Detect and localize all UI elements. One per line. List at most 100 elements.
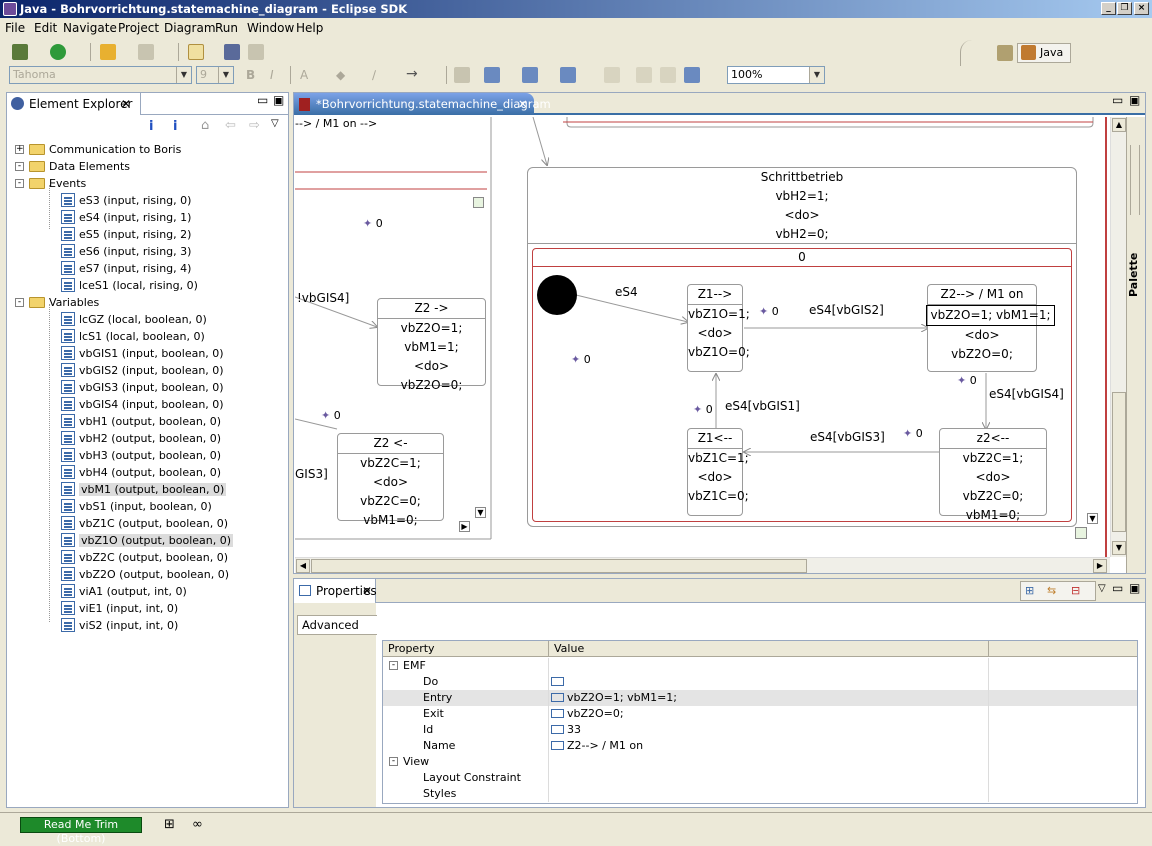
run-icon[interactable] bbox=[50, 44, 66, 60]
tree-variable[interactable]: eS4 (input, rising, 1) bbox=[61, 209, 191, 226]
debug-icon[interactable] bbox=[12, 44, 28, 60]
property-row[interactable]: Id 33 bbox=[383, 722, 1137, 738]
print-icon[interactable] bbox=[248, 44, 264, 60]
tree-variable[interactable]: lceS1 (local, rising, 0) bbox=[61, 277, 198, 294]
tree-variable[interactable]: vbS1 (input, boolean, 0) bbox=[61, 498, 212, 515]
zoom-combo[interactable]: 100% ▼ bbox=[727, 66, 825, 84]
tree-expander-icon[interactable]: + bbox=[15, 145, 24, 154]
explorer-tab[interactable]: Element Explorer ✕ bbox=[7, 93, 141, 115]
state-z2-close[interactable]: z2<-- vbZ2C=1; <do> vbZ2C=0; vbM1=0; bbox=[939, 428, 1047, 522]
save-icon[interactable] bbox=[224, 44, 240, 60]
tree-variable[interactable]: vbH3 (output, boolean, 0) bbox=[61, 447, 221, 464]
tree-folder[interactable]: - Events bbox=[15, 175, 86, 192]
horizontal-scrollbar[interactable]: ◀ ▶ bbox=[295, 557, 1110, 573]
align-icon[interactable] bbox=[454, 67, 470, 83]
vertical-scrollbar[interactable]: ▲ ▼ bbox=[1110, 117, 1126, 557]
close-tab-icon[interactable]: ✕ bbox=[121, 93, 131, 115]
property-row[interactable]: Name Z2--> / M1 on bbox=[383, 738, 1137, 754]
priority-marker[interactable]: ✦ 0 bbox=[759, 305, 779, 318]
new-icon[interactable] bbox=[188, 44, 204, 60]
fill-color-icon[interactable]: ◆ bbox=[336, 68, 345, 82]
priority-marker[interactable]: ✦ 0 bbox=[571, 353, 591, 366]
minimize-button[interactable]: _ bbox=[1101, 2, 1116, 15]
tree-variable[interactable]: lcS1 (local, boolean, 0) bbox=[61, 328, 205, 345]
close-window-button[interactable]: × bbox=[1134, 2, 1149, 15]
property-row[interactable]: Layout Constraint bbox=[383, 770, 1137, 786]
font-size-combo[interactable]: 9 ▼ bbox=[196, 66, 234, 84]
font-name-combo[interactable]: Tahoma ▼ bbox=[9, 66, 192, 84]
nav-forward-icon[interactable]: ⇨ bbox=[249, 118, 260, 133]
tree-variable[interactable]: vbM1 (output, boolean, 0) bbox=[61, 481, 227, 498]
arrange-icon[interactable] bbox=[522, 67, 538, 83]
properties-tab[interactable]: Properties ✕ bbox=[294, 579, 377, 603]
tree-variable[interactable]: vbGIS3 (input, boolean, 0) bbox=[61, 379, 224, 396]
bold-button[interactable]: B bbox=[246, 68, 255, 82]
priority-marker[interactable]: ✦ 0 bbox=[363, 217, 383, 230]
nav-back-icon[interactable]: ⇦ bbox=[225, 118, 236, 133]
tree-variable[interactable]: vbZ2O (output, boolean, 0) bbox=[61, 566, 229, 583]
tree-variable[interactable]: vbGIS2 (input, boolean, 0) bbox=[61, 362, 224, 379]
tree-variable[interactable]: viE1 (input, int, 0) bbox=[61, 600, 178, 617]
minimize-view-icon[interactable]: ▭ bbox=[257, 93, 268, 107]
state-left-z2-open[interactable]: Z2 -> vbZ2O=1; vbM1=1; <do> vbZ2O=0; bbox=[377, 298, 486, 392]
editor-maximize-icon[interactable]: ▣ bbox=[1129, 93, 1140, 107]
glasses-icon[interactable]: ∞ bbox=[192, 817, 203, 832]
delete-icon[interactable] bbox=[660, 67, 676, 83]
collapse-widget[interactable]: ▼ bbox=[475, 507, 486, 518]
maximize-view-icon[interactable]: ▣ bbox=[273, 93, 284, 107]
tree-variable[interactable]: vbZ1O (output, boolean, 0) bbox=[61, 532, 234, 549]
java-perspective-button[interactable]: Java bbox=[1017, 43, 1071, 63]
tree-variable[interactable]: eS6 (input, rising, 3) bbox=[61, 243, 191, 260]
size-icon[interactable] bbox=[636, 67, 652, 83]
select-icon[interactable] bbox=[484, 67, 500, 83]
initial-state[interactable] bbox=[537, 275, 577, 315]
palette-strip[interactable]: Palette bbox=[1126, 117, 1145, 573]
property-value[interactable]: 33 bbox=[567, 723, 581, 736]
tree-variable[interactable]: viS2 (input, int, 0) bbox=[61, 617, 178, 634]
open-perspective-icon[interactable] bbox=[997, 45, 1013, 61]
priority-marker[interactable]: ✦ 0 bbox=[693, 403, 713, 416]
state-left-z2-close[interactable]: Z2 <- vbZ2C=1; <do> vbZ2C=0; vbM1=0; bbox=[337, 433, 444, 527]
collapse-widget[interactable]: ▼ bbox=[1087, 513, 1098, 524]
priority-marker[interactable]: ✦ 0 bbox=[903, 427, 923, 440]
menu-diagram[interactable]: Diagram bbox=[164, 21, 216, 35]
info-icon[interactable]: i bbox=[149, 119, 153, 134]
line-style-icon[interactable]: → bbox=[406, 66, 418, 82]
menu-run[interactable]: Run bbox=[215, 21, 238, 35]
tree-variable[interactable]: vbH4 (output, boolean, 0) bbox=[61, 464, 221, 481]
menu-help[interactable]: Help bbox=[296, 21, 323, 35]
line-color-icon[interactable]: ∕ bbox=[372, 68, 376, 82]
layout-icon[interactable] bbox=[560, 67, 576, 83]
property-row[interactable]: - View bbox=[383, 754, 1137, 770]
menu-project[interactable]: Project bbox=[118, 21, 159, 35]
font-color-icon[interactable]: A bbox=[300, 68, 308, 82]
priority-marker[interactable]: ✦ 0 bbox=[321, 409, 341, 422]
menu-edit[interactable]: Edit bbox=[34, 21, 57, 35]
tree-variable[interactable]: vbH2 (output, boolean, 0) bbox=[61, 430, 221, 447]
property-value[interactable]: vbZ2O=1; vbM1=1; bbox=[567, 691, 677, 704]
restore-default-icon[interactable]: ⊟ bbox=[1071, 584, 1080, 597]
menu-navigate[interactable]: Navigate bbox=[63, 21, 117, 35]
tree-variable[interactable]: eS3 (input, rising, 0) bbox=[61, 192, 191, 209]
show-categories-icon[interactable]: ⊞ bbox=[1025, 584, 1034, 597]
forward-icon[interactable] bbox=[138, 44, 154, 60]
tree-variable[interactable]: viA1 (output, int, 0) bbox=[61, 583, 187, 600]
tree-folder[interactable]: - Data Elements bbox=[15, 158, 130, 175]
property-row[interactable]: Entry vbZ2O=1; vbM1=1; bbox=[383, 690, 1137, 706]
info-alt-icon[interactable]: i bbox=[173, 119, 177, 134]
editor-tab[interactable]: *Bohrvorrichtung.statemachine_diagram ✕ bbox=[294, 93, 551, 115]
close-properties-icon[interactable]: ✕ bbox=[362, 579, 372, 603]
state-z1-open[interactable]: Z1--> vbZ1O=1; <do> vbZ1O=0; bbox=[687, 284, 750, 372]
tree-variable[interactable]: vbH1 (output, boolean, 0) bbox=[61, 413, 221, 430]
property-value[interactable]: Z2--> / M1 on bbox=[567, 739, 643, 752]
properties-minimize-icon[interactable]: ▭ bbox=[1112, 581, 1123, 595]
back-icon[interactable] bbox=[100, 44, 116, 60]
properties-maximize-icon[interactable]: ▣ bbox=[1129, 581, 1140, 595]
tab-advanced[interactable]: Advanced bbox=[297, 615, 377, 635]
menu-file[interactable]: File bbox=[5, 21, 25, 35]
read-me-trim[interactable]: Read Me Trim (Bottom) bbox=[20, 817, 142, 845]
italic-button[interactable]: I bbox=[270, 68, 274, 82]
property-row[interactable]: Do bbox=[383, 674, 1137, 690]
editor-minimize-icon[interactable]: ▭ bbox=[1112, 93, 1123, 107]
diagram-canvas[interactable]: Schrittbetrieb vbH2=1; <do> vbH2=0; 0 --… bbox=[295, 117, 1110, 557]
